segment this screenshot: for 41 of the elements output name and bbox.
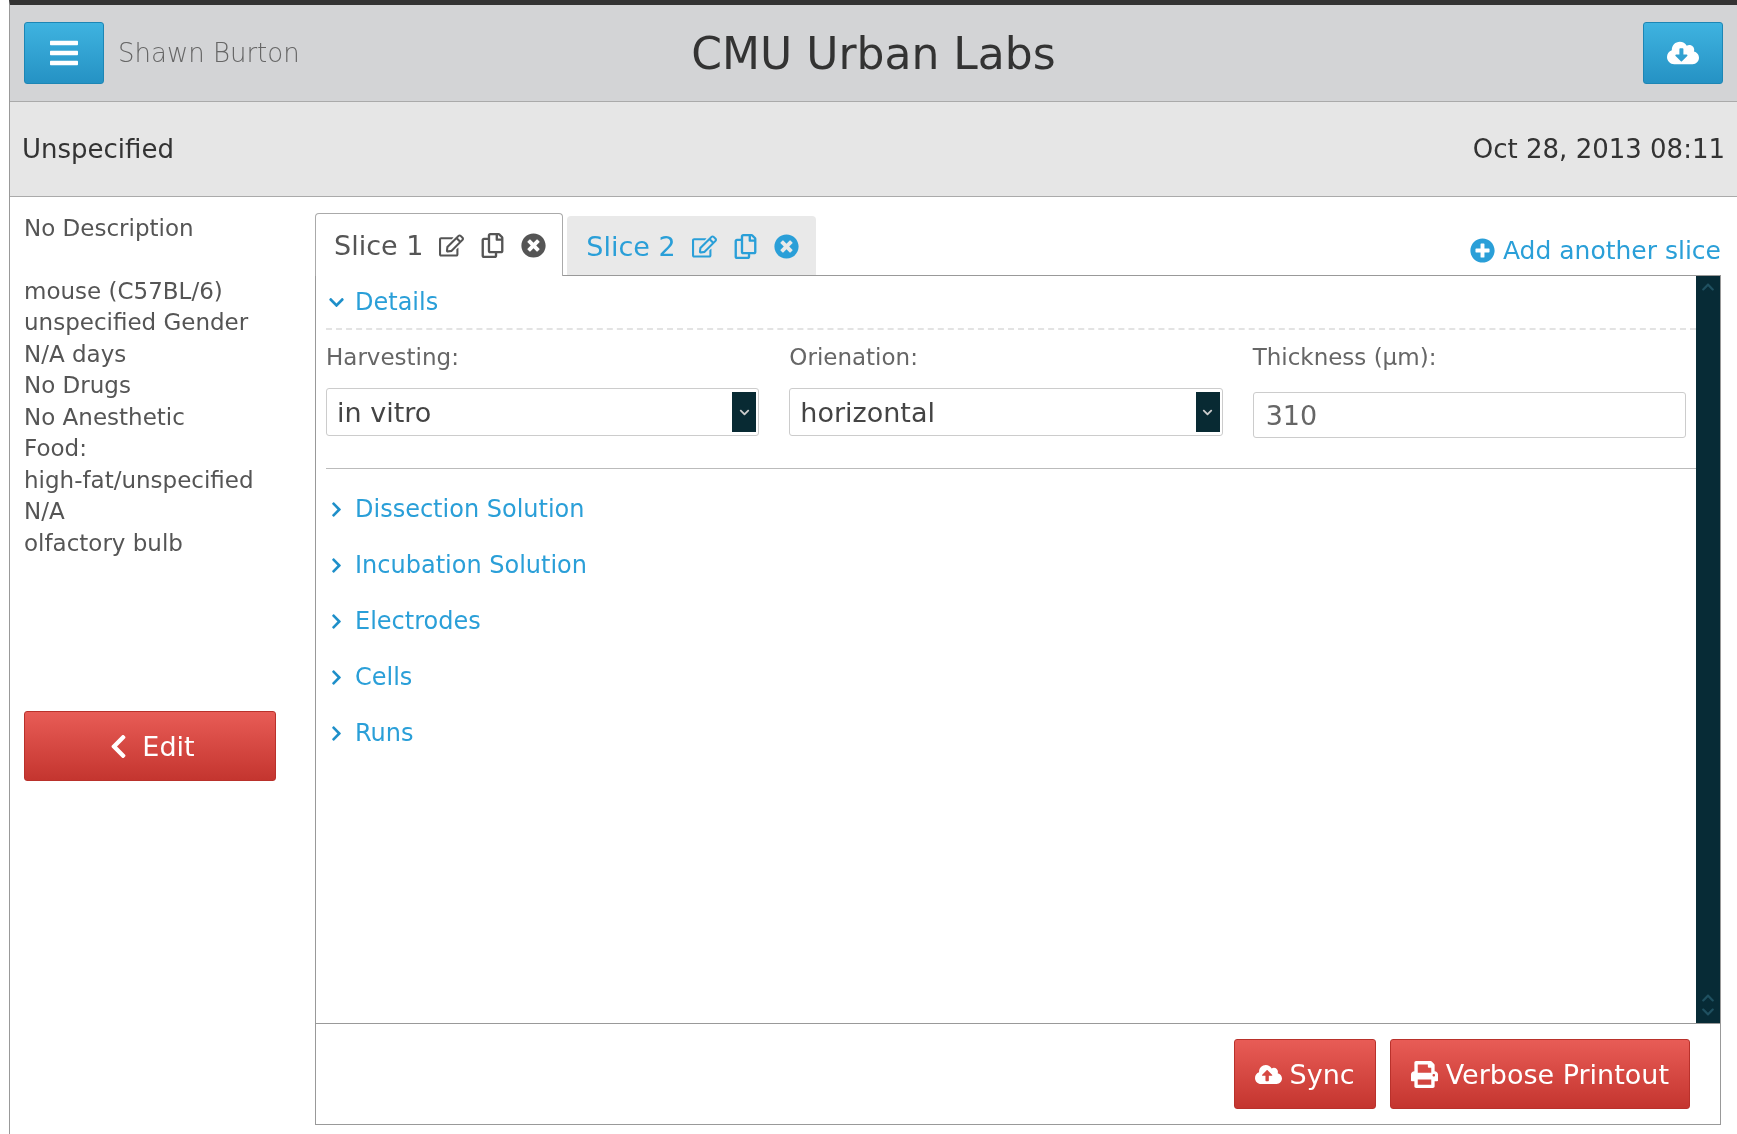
download-button[interactable]	[1643, 22, 1723, 84]
date-time: Oct 28, 2013 08:11	[1472, 134, 1725, 164]
description-text: No Description	[24, 214, 195, 243]
detail-text: No Drugs	[24, 371, 132, 400]
edit-button[interactable]: Edit	[24, 711, 276, 781]
select-field[interactable]: in vitro	[326, 388, 760, 436]
section-toggle[interactable]: Dissection Solution	[326, 481, 1696, 537]
menu-button[interactable]	[24, 22, 104, 84]
detail-text: unspecified Gender	[24, 308, 250, 337]
section-toggle[interactable]: Details	[326, 276, 1696, 328]
add-slice-link[interactable]: Add another slice	[1469, 236, 1721, 265]
detail-text: high-fat/unspecified	[24, 465, 255, 495]
detail-text: olfactory bulb	[24, 528, 184, 558]
field-label: Orienation:	[789, 344, 919, 370]
printout-button[interactable]: Verbose Printout	[1389, 1039, 1690, 1109]
detail-text: N/A	[24, 497, 66, 526]
section-toggle[interactable]: Electrodes	[326, 593, 1696, 649]
close-icon[interactable]	[521, 232, 547, 258]
slice-tab[interactable]: Slice 1	[315, 213, 564, 276]
experiment-name: Unspecified	[22, 134, 174, 164]
printer-icon	[1410, 1060, 1438, 1088]
detail-text: mouse (C57BL/6)	[24, 276, 224, 306]
detail-text: N/A days	[24, 339, 128, 369]
section-toggle[interactable]: Runs	[326, 705, 1696, 761]
app-title: CMU Urban Labs	[691, 27, 1056, 79]
detail-text: Food:	[24, 434, 88, 463]
field-label: Harvesting:	[326, 344, 460, 370]
scrollbar[interactable]	[1696, 276, 1720, 1023]
select-field[interactable]: horizontal	[789, 388, 1223, 436]
edit-icon[interactable]	[439, 232, 465, 258]
section-toggle[interactable]: Incubation Solution	[326, 537, 1696, 593]
tab-label: Slice 2	[586, 230, 676, 262]
section-toggle[interactable]: Cells	[326, 649, 1696, 705]
sync-button[interactable]: Sync	[1233, 1039, 1376, 1109]
copy-icon[interactable]	[480, 232, 506, 258]
detail-text: No Anesthetic	[24, 402, 186, 432]
input-field[interactable]: 310	[1252, 392, 1686, 438]
field-label: Thickness (µm):	[1252, 344, 1438, 370]
tab-label: Slice 1	[334, 229, 424, 261]
plus-icon	[1469, 238, 1495, 263]
user-name: Shawn Burton	[118, 38, 300, 68]
